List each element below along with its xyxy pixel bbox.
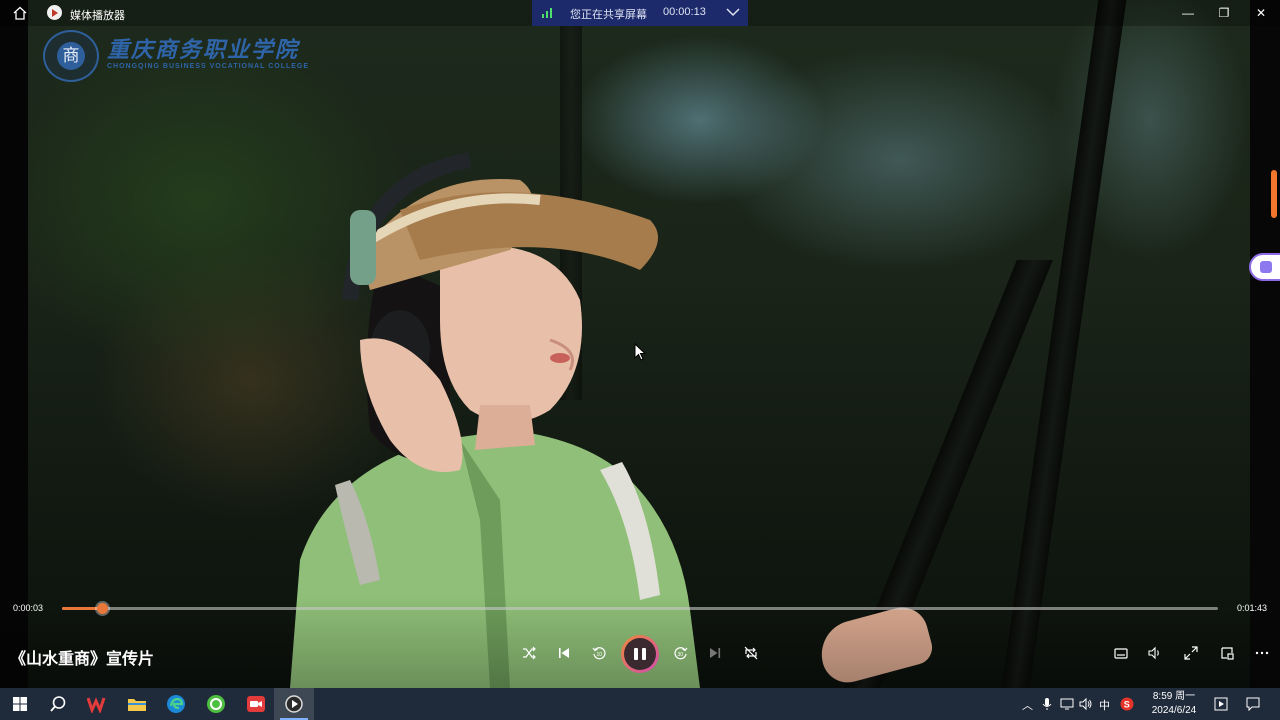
home-icon[interactable] — [12, 5, 28, 21]
svg-text:S: S — [1124, 700, 1130, 710]
clock-time: 8:59 周一 — [1152, 691, 1196, 702]
previous-button[interactable] — [553, 642, 575, 664]
taskbar: ︿ 中 S 8:59 周一 2024/6/24 — [0, 688, 1280, 720]
start-icon — [13, 697, 27, 711]
screen-share-banner[interactable]: 您正在共享屏幕 00:00:13 — [532, 0, 748, 26]
college-logo: 商 重庆商务职业学院 CHONGQING BUSINESS VOCATIONAL… — [43, 30, 313, 86]
video-frame[interactable]: 商 重庆商务职业学院 CHONGQING BUSINESS VOCATIONAL… — [0, 0, 1280, 688]
college-seal-char: 商 — [57, 42, 85, 70]
seek-bar[interactable] — [62, 603, 1218, 614]
minimize-button[interactable]: — — [1178, 4, 1198, 22]
system-clock[interactable]: 8:59 周一 2024/6/24 — [1146, 690, 1202, 718]
wps-icon — [87, 697, 106, 713]
wechat-icon — [207, 695, 225, 713]
taskbar-search-button[interactable] — [38, 688, 78, 720]
letterbox-right — [1250, 0, 1280, 688]
repeat-off-icon — [744, 646, 758, 660]
taskbar-recorder[interactable] — [236, 688, 276, 720]
file-explorer-icon — [128, 699, 146, 711]
pause-icon — [624, 638, 656, 670]
clock-date: 2024/6/24 — [1151, 705, 1197, 716]
taskbar-edge[interactable] — [156, 688, 196, 720]
repeat-button[interactable] — [740, 642, 762, 664]
floating-side-widget[interactable] — [1249, 253, 1280, 281]
more-options-button[interactable] — [1251, 642, 1273, 664]
college-seal: 商 — [43, 30, 99, 82]
rewind-10-icon: 10 — [592, 647, 606, 660]
media-player-app-icon — [47, 5, 62, 20]
close-button[interactable]: ✕ — [1251, 4, 1271, 22]
mini-player-icon — [1221, 647, 1234, 660]
taskbar-wechat[interactable] — [196, 688, 236, 720]
more-icon — [1255, 651, 1269, 655]
sogou-ime-icon[interactable]: S — [1120, 697, 1134, 711]
start-button[interactable] — [0, 688, 40, 720]
fullscreen-icon — [1184, 646, 1198, 660]
edge-icon — [167, 695, 185, 713]
captions-icon — [1114, 648, 1128, 659]
ime-indicator[interactable]: 中 — [1099, 697, 1110, 713]
search-icon — [50, 696, 66, 712]
shuffle-icon — [523, 646, 536, 660]
pause-button[interactable] — [621, 635, 659, 673]
svg-text:10: 10 — [597, 652, 603, 658]
signal-icon — [542, 8, 554, 18]
edge-scroll-thumb[interactable] — [1271, 170, 1277, 218]
taskbar-wps[interactable] — [78, 688, 118, 720]
mini-player-button[interactable] — [1216, 642, 1238, 664]
seek-thumb[interactable] — [97, 603, 109, 614]
forward-30-icon: 30 — [674, 647, 688, 660]
speaker-icon[interactable] — [1079, 697, 1093, 711]
forward-30-button[interactable]: 30 — [670, 642, 692, 664]
playback-controls: 0:00:03 0:01:43 《山水重商》宣传片 10 30 — [0, 596, 1280, 688]
tree-trunk — [1001, 0, 1127, 688]
share-status-text: 您正在共享屏幕 — [570, 9, 647, 21]
next-button[interactable] — [704, 642, 726, 664]
mouse-cursor-icon — [634, 343, 646, 361]
college-name: 重庆商务职业学院 — [107, 37, 300, 63]
window-title: 媒体播放器 — [70, 10, 125, 22]
rewind-10-button[interactable]: 10 — [588, 642, 610, 664]
skip-next-icon — [710, 648, 721, 658]
video-title: 《山水重商》宣传片 — [10, 651, 155, 668]
recorder-icon — [247, 696, 265, 712]
notification-icon[interactable] — [1246, 697, 1260, 711]
chevron-down-icon[interactable] — [726, 7, 740, 17]
maximize-button[interactable]: ❐ — [1214, 4, 1234, 22]
letterbox-left — [0, 0, 28, 688]
fullscreen-button[interactable] — [1180, 642, 1202, 664]
volume-icon — [1148, 646, 1159, 660]
shuffle-button[interactable] — [518, 642, 540, 664]
volume-button[interactable] — [1144, 642, 1166, 664]
current-time: 0:00:03 — [13, 603, 44, 613]
college-name-en: CHONGQING BUSINESS VOCATIONAL COLLEGE — [107, 63, 310, 70]
taskbar-media-player[interactable] — [274, 688, 314, 720]
total-time: 0:01:43 — [1237, 603, 1268, 613]
show-hidden-icons-icon[interactable]: ︿ — [1022, 697, 1033, 713]
seek-progress — [62, 607, 103, 610]
microphone-icon[interactable] — [1042, 697, 1052, 711]
svg-text:30: 30 — [678, 652, 684, 658]
presentation-icon[interactable] — [1214, 697, 1228, 711]
share-elapsed-time: 00:00:13 — [663, 6, 706, 18]
network-icon[interactable] — [1060, 697, 1074, 711]
media-player-icon — [285, 695, 303, 713]
captions-button[interactable] — [1110, 642, 1132, 664]
taskbar-file-explorer[interactable] — [117, 688, 157, 720]
skip-previous-icon — [559, 648, 569, 658]
